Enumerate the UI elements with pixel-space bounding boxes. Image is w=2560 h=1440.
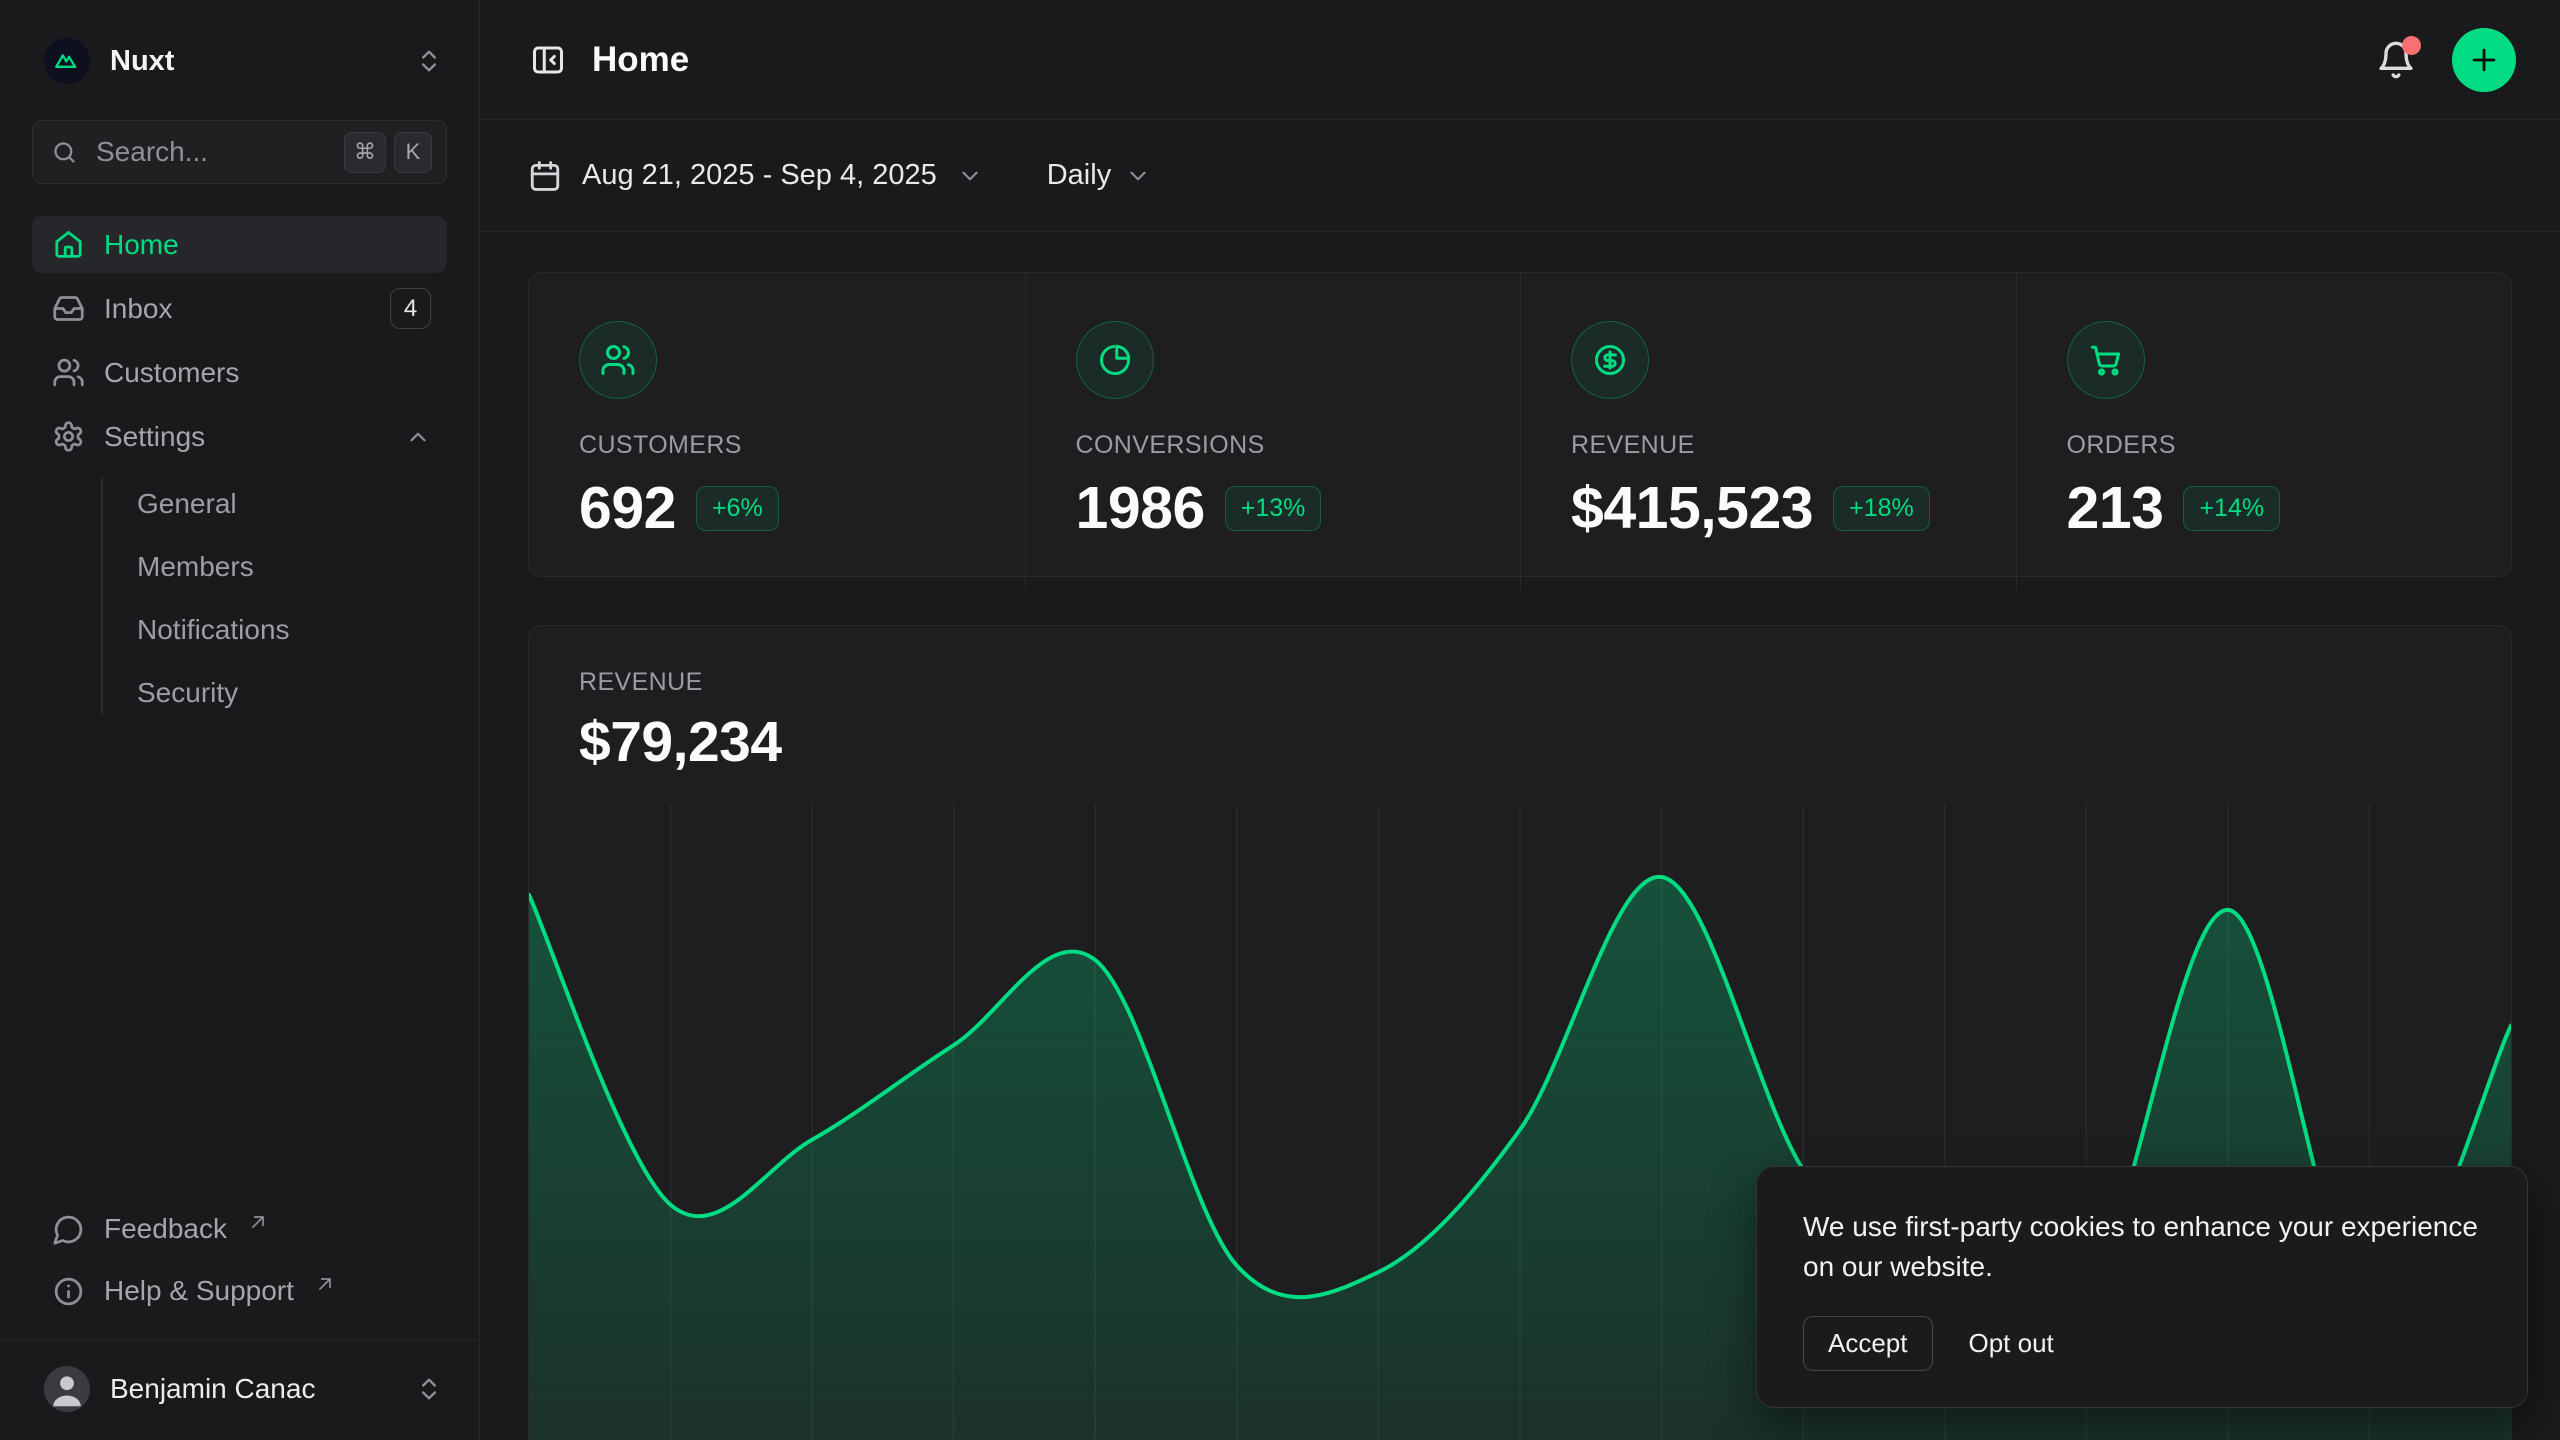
sidebar-subitem-members[interactable]: Members [105,535,447,598]
chevron-up-down-icon [415,1375,443,1403]
stat-label: CONVERSIONS [1076,431,1471,460]
dollar-circle-icon [1571,321,1649,399]
add-button[interactable] [2452,28,2516,92]
calendar-icon [528,159,562,193]
search-placeholder: Search... [96,136,208,168]
sidebar-subitem-notifications[interactable]: Notifications [105,598,447,661]
stat-delta-badge: +18% [1833,486,1930,531]
kbd-k: K [394,132,432,173]
search-shortcut: ⌘ K [344,132,432,173]
chevron-down-icon [957,163,983,189]
sidebar-subitem-general[interactable]: General [105,472,447,535]
home-icon [52,228,85,261]
stat-revenue[interactable]: REVENUE $415,523 +18% [1520,273,2016,590]
sidebar-item-home[interactable]: Home [32,216,447,273]
date-range-value: Aug 21, 2025 - Sep 4, 2025 [582,159,937,192]
date-range-picker[interactable]: Aug 21, 2025 - Sep 4, 2025 [528,159,983,193]
sidebar-item-settings[interactable]: Settings [32,408,447,465]
inbox-icon [52,292,85,325]
stat-delta-badge: +6% [696,486,779,531]
revenue-chart-label: REVENUE [579,668,2461,697]
help-support-link[interactable]: Help & Support [32,1263,447,1319]
cookie-message: We use first-party cookies to enhance yo… [1803,1207,2481,1288]
sidebar-item-label: Home [104,229,179,261]
cookie-banner: We use first-party cookies to enhance yo… [1756,1166,2528,1408]
notifications-button[interactable] [2376,40,2416,80]
feedback-link[interactable]: Feedback [32,1201,447,1257]
stat-label: ORDERS [2067,431,2462,460]
stat-value: 213 [2067,474,2164,542]
opt-out-button[interactable]: Opt out [1963,1317,2060,1370]
sidebar-subitem-security[interactable]: Security [105,661,447,724]
sidebar-item-customers[interactable]: Customers [32,344,447,401]
sidebar-item-label: Settings [104,421,205,453]
sidebar-item-inbox[interactable]: Inbox 4 [32,280,447,337]
panel-left-close-icon[interactable] [530,42,566,78]
chevron-up-down-icon [415,47,443,75]
search-input[interactable]: Search... ⌘ K [32,120,447,184]
stat-label: REVENUE [1571,431,1966,460]
search-icon [51,139,78,166]
user-menu[interactable]: Benjamin Canac [32,1346,447,1434]
stat-conversions[interactable]: CONVERSIONS 1986 +13% [1025,273,1521,590]
gear-icon [52,420,85,453]
chevron-up-icon [405,424,431,450]
sidebar: Nuxt Search... ⌘ K Home [0,0,480,1440]
stat-customers[interactable]: CUSTOMERS 692 +6% [529,273,1025,590]
stat-delta-badge: +14% [2183,486,2280,531]
stat-value: $415,523 [1571,474,1813,542]
stat-delta-badge: +13% [1225,486,1322,531]
revenue-chart-value: $79,234 [579,709,2461,775]
sidebar-item-label: Customers [104,357,239,389]
kbd-cmd: ⌘ [344,132,386,173]
external-link-icon [248,1212,268,1232]
page-header: Home [480,0,2560,120]
period-select[interactable]: Daily [1047,159,1151,192]
period-value: Daily [1047,159,1111,192]
filters-toolbar: Aug 21, 2025 - Sep 4, 2025 Daily [480,120,2560,232]
workspace-switcher[interactable]: Nuxt [32,0,447,84]
speech-bubble-icon [52,1213,85,1246]
nuxt-logo-icon [44,38,90,84]
pie-chart-icon [1076,321,1154,399]
footer-item-label: Help & Support [104,1275,294,1307]
accept-button[interactable]: Accept [1803,1316,1933,1371]
inbox-count-badge: 4 [390,288,431,329]
sidebar-nav: Home Inbox 4 Customers [32,216,447,1201]
users-icon [52,356,85,389]
stats-card: CUSTOMERS 692 +6% CONVERSIONS 1986 +13% [528,272,2512,577]
footer-item-label: Feedback [104,1213,227,1245]
page-title: Home [592,40,689,80]
stat-label: CUSTOMERS [579,431,975,460]
chevron-down-icon [1125,163,1151,189]
stat-orders[interactable]: ORDERS 213 +14% [2016,273,2512,590]
main-area: Home Aug 21, 2025 - Sep 4, 2025 [480,0,2560,1440]
users-icon [579,321,657,399]
cart-icon [2067,321,2145,399]
notification-dot [2402,36,2421,55]
header-actions [2376,28,2516,92]
settings-subnav: General Members Notifications Security [32,472,447,724]
info-circle-icon [52,1275,85,1308]
stat-value: 1986 [1076,474,1205,542]
user-name: Benjamin Canac [110,1373,315,1405]
sidebar-item-label: Inbox [104,293,173,325]
sidebar-divider [0,1339,479,1340]
stat-value: 692 [579,474,676,542]
plus-icon [2467,43,2501,77]
sidebar-footer: Feedback Help & Support Benjamin Canac [32,1201,447,1440]
workspace-name: Nuxt [110,45,174,78]
external-link-icon [315,1274,335,1294]
avatar [44,1366,90,1412]
